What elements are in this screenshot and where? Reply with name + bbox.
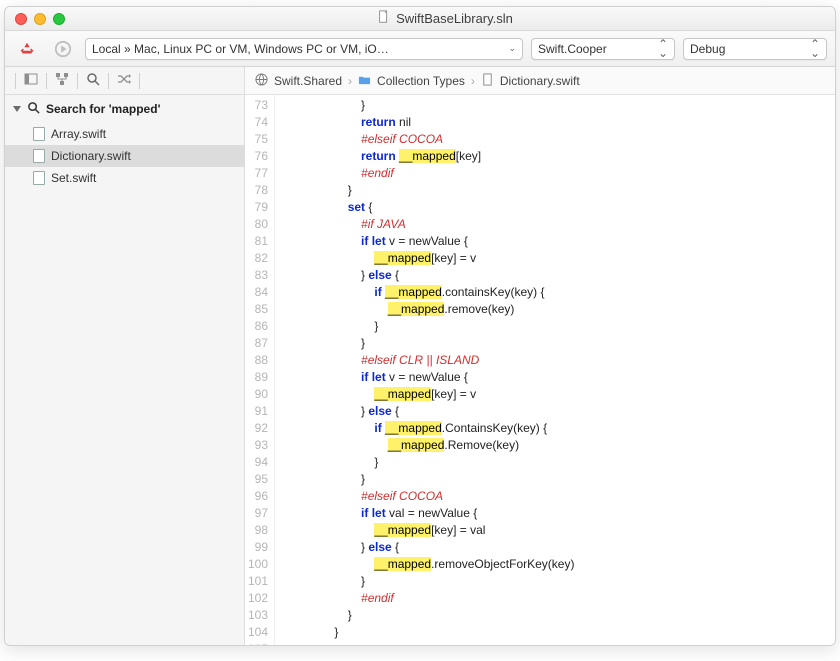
search-header[interactable]: Search for 'mapped' — [5, 95, 244, 123]
bc-root[interactable]: Swift.Shared — [274, 74, 342, 88]
scheme-selector[interactable]: Swift.Cooper ⌃⌄ — [531, 38, 675, 60]
breadcrumb[interactable]: Swift.Shared › Collection Types › Dictio… — [245, 67, 835, 95]
zoom-button[interactable] — [53, 13, 65, 25]
traffic-lights — [15, 13, 65, 25]
file-icon — [33, 171, 45, 185]
target-selector[interactable]: Local » Mac, Linux PC or VM, Windows PC … — [85, 38, 523, 60]
result-filename: Set.swift — [51, 171, 96, 185]
code-editor[interactable]: 7374757677787980818283848586878889909192… — [245, 95, 835, 645]
search-result-item[interactable]: Dictionary.swift — [5, 145, 244, 167]
chevron-right-icon: › — [471, 74, 475, 88]
run-button[interactable] — [49, 37, 77, 61]
sidebar-toolbar — [5, 67, 244, 95]
globe-icon — [255, 73, 268, 89]
folder-icon — [358, 73, 371, 89]
minimize-button[interactable] — [34, 13, 46, 25]
chevron-right-icon: › — [348, 74, 352, 88]
file-icon — [33, 127, 45, 141]
result-filename: Dictionary.swift — [51, 149, 131, 163]
code-area[interactable]: } return nil #elseif COCOA return __mapp… — [275, 95, 835, 645]
doc-icon — [377, 10, 391, 27]
search-results: Array.swift Dictionary.swift Set.swift — [5, 123, 244, 189]
updown-icon: ⌃⌄ — [658, 40, 668, 57]
file-icon — [481, 73, 494, 89]
panel-icon[interactable] — [24, 72, 38, 89]
search-result-item[interactable]: Array.swift — [5, 123, 244, 145]
toolbar: Local » Mac, Linux PC or VM, Windows PC … — [5, 31, 835, 67]
config-selector[interactable]: Debug ⌃⌄ — [683, 38, 827, 60]
editor-pane: Swift.Shared › Collection Types › Dictio… — [245, 67, 835, 645]
search-label-prefix: Search for — [46, 102, 109, 116]
search-term: 'mapped' — [109, 102, 161, 116]
bc-folder[interactable]: Collection Types — [377, 74, 465, 88]
build-button[interactable] — [13, 37, 41, 61]
disclosure-triangle-icon[interactable] — [13, 106, 21, 112]
hierarchy-icon[interactable] — [55, 72, 69, 89]
bc-file[interactable]: Dictionary.swift — [500, 74, 580, 88]
close-button[interactable] — [15, 13, 27, 25]
file-icon — [33, 149, 45, 163]
scheme-label: Swift.Cooper — [538, 42, 607, 56]
sidebar: Search for 'mapped' Array.swift Dictionar… — [5, 67, 245, 645]
ide-window: SwiftBaseLibrary.sln Local » Mac, Linux … — [4, 6, 836, 646]
config-label: Debug — [690, 42, 725, 56]
search-icon[interactable] — [86, 72, 100, 89]
line-gutter: 7374757677787980818283848586878889909192… — [245, 95, 275, 645]
window-title: SwiftBaseLibrary.sln — [396, 11, 513, 26]
titlebar[interactable]: SwiftBaseLibrary.sln — [5, 7, 835, 31]
search-icon — [27, 101, 40, 117]
target-label: Local » Mac, Linux PC or VM, Windows PC … — [92, 42, 389, 56]
shuffle-icon[interactable] — [117, 72, 131, 89]
chevron-down-icon: ⌄ — [508, 43, 516, 54]
search-result-item[interactable]: Set.swift — [5, 167, 244, 189]
updown-icon: ⌃⌄ — [810, 40, 820, 57]
result-filename: Array.swift — [51, 127, 106, 141]
